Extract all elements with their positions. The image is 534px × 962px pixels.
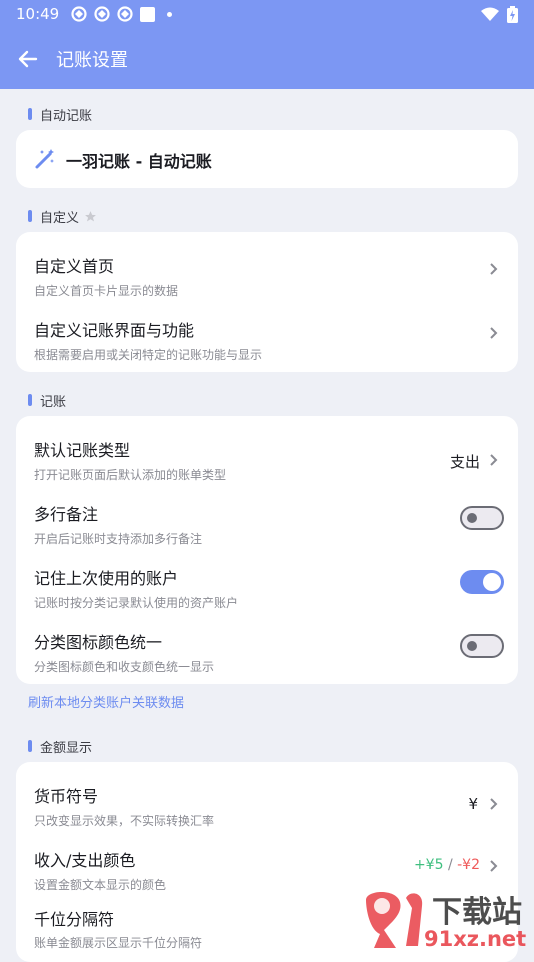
custom-ui-item[interactable]: 自定义记账界面与功能 根据需要启用或关闭特定的记账功能与显示: [16, 302, 518, 366]
section-marker: [28, 394, 32, 406]
status-time: 10:49: [16, 5, 60, 23]
custom-home-item[interactable]: 自定义首页 自定义首页卡片显示的数据: [16, 238, 518, 302]
section-label-text: 记账: [40, 394, 67, 410]
more-notifications-dot-icon: [167, 11, 173, 17]
item-subtitle: 开启后记账时支持添加多行备注: [34, 532, 203, 546]
chevron-right-icon: [490, 860, 498, 872]
item-title: 收入/支出颜色: [34, 851, 136, 870]
unify-icon-color-toggle[interactable]: [460, 634, 504, 658]
toggle-knob: [483, 573, 501, 591]
section-label-text: 自定义: [40, 210, 80, 226]
status-right: [481, 5, 518, 23]
custom-card: 自定义首页 自定义首页卡片显示的数据 自定义记账界面与功能 根据需要启用或关闭特…: [16, 232, 518, 372]
back-arrow-icon[interactable]: [16, 48, 38, 70]
star-icon: [85, 210, 96, 221]
toggle-knob: [467, 513, 477, 523]
status-bar: 10:49: [0, 0, 534, 28]
item-subtitle: 分类图标颜色和收支颜色统一显示: [34, 660, 215, 674]
multiline-note-toggle[interactable]: [460, 506, 504, 530]
notification-icon: [94, 6, 110, 22]
chevron-right-icon: [490, 454, 498, 466]
watermark-text: 下载站: [432, 895, 522, 930]
item-subtitle: 根据需要启用或关闭特定的记账功能与显示: [34, 348, 263, 362]
app-bar: 记账设置: [0, 28, 534, 89]
item-subtitle: 设置金额文本显示的颜色: [34, 878, 167, 892]
default-type-item[interactable]: 默认记账类型 打开记账页面后默认添加的账单类型 支出: [16, 422, 518, 486]
currency-symbol-item[interactable]: 货币符号 只改变显示效果，不实际转换汇率 ¥: [16, 768, 518, 832]
auto-card: 一羽记账 - 自动记账: [16, 130, 518, 188]
section-label-custom: 自定义: [28, 206, 97, 226]
wifi-icon: [481, 7, 499, 21]
item-subtitle: 记账时按分类记录默认使用的资产账户: [34, 596, 239, 610]
item-title: 自定义记账界面与功能: [34, 321, 195, 340]
battery-icon: [507, 5, 518, 23]
preview-separator: /: [443, 857, 458, 873]
item-title: 分类图标颜色统一: [34, 633, 163, 652]
chevron-right-icon: [490, 798, 498, 810]
chevron-right-icon: [490, 327, 498, 339]
toggle-knob: [467, 641, 477, 651]
page-title: 记账设置: [56, 49, 128, 71]
section-marker: [28, 108, 32, 120]
notification-icon: [117, 6, 133, 22]
expense-preview: -¥2: [457, 857, 480, 873]
item-subtitle: 只改变显示效果，不实际转换汇率: [34, 814, 215, 828]
watermark-logo: 下载站 91xz.net: [366, 892, 526, 950]
watermark-domain: 91xz.net: [424, 927, 526, 950]
notification-icon: [71, 6, 87, 22]
section-marker: [28, 740, 32, 752]
section-marker: [28, 210, 32, 222]
default-type-value: 支出: [449, 453, 480, 471]
bookkeeping-card: 默认记账类型 打开记账页面后默认添加的账单类型 支出 多行备注 开启后记账时支持…: [16, 416, 518, 684]
magic-wand-icon: [35, 149, 54, 169]
remember-account-toggle[interactable]: [460, 570, 504, 594]
section-label-auto: 自动记账: [28, 104, 92, 124]
item-title: 自定义首页: [34, 257, 115, 276]
income-preview: +¥5: [413, 857, 444, 873]
refresh-link[interactable]: 刷新本地分类账户关联数据: [28, 692, 184, 711]
item-title: 记住上次使用的账户: [34, 569, 179, 588]
app-notification-icon: [140, 6, 156, 22]
item-title: 多行备注: [34, 505, 99, 524]
section-label-text: 自动记账: [40, 108, 93, 124]
unify-icon-color-item: 分类图标颜色统一 分类图标颜色和收支颜色统一显示: [16, 614, 518, 678]
item-subtitle: 打开记账页面后默认添加的账单类型: [34, 468, 227, 482]
section-label-text: 金额显示: [40, 740, 93, 756]
item-title: 默认记账类型: [34, 441, 131, 460]
remember-account-item: 记住上次使用的账户 记账时按分类记录默认使用的资产账户: [16, 550, 518, 614]
item-subtitle: 自定义首页卡片显示的数据: [34, 284, 179, 298]
auto-bookkeeping-item[interactable]: 一羽记账 - 自动记账: [16, 130, 518, 188]
section-label-amount: 金额显示: [28, 736, 92, 756]
chevron-right-icon: [490, 263, 498, 275]
income-expense-preview: +¥5 / -¥2: [414, 857, 480, 873]
auto-bookkeeping-title: 一羽记账 - 自动记账: [66, 152, 212, 171]
item-title: 千位分隔符: [34, 910, 115, 929]
section-label-bookkeeping: 记账: [28, 390, 66, 410]
item-title: 货币符号: [34, 787, 99, 806]
currency-symbol-value: ¥: [468, 795, 478, 813]
multiline-note-item: 多行备注 开启后记账时支持添加多行备注: [16, 486, 518, 550]
item-subtitle: 账单金额展示区显示千位分隔符: [34, 936, 203, 950]
